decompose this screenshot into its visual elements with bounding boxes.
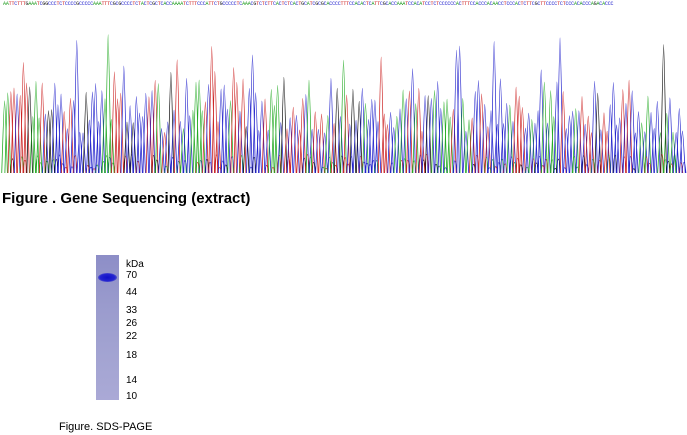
marker-label-10: 10 <box>126 391 138 402</box>
trace-peak <box>299 97 306 174</box>
trace-peak <box>173 59 181 174</box>
trace-peak <box>459 98 466 174</box>
trace-peak <box>70 99 77 174</box>
trace-peak <box>487 110 495 174</box>
figure2-caption: Figure. SDS-PAGE <box>59 421 153 433</box>
trace-peak <box>456 45 463 174</box>
trace-peak <box>377 56 385 174</box>
trace-peak <box>494 123 501 174</box>
trace-peak <box>280 76 288 174</box>
trace-peak <box>660 44 667 174</box>
trace-peak <box>327 77 335 174</box>
trace-peak <box>92 83 99 174</box>
sequence-header-strip: AATTCTTTGAAATCGGCCCTCTCCCCGCCCCCAAATTTCG… <box>3 1 614 7</box>
marker-label-33: 33 <box>126 305 138 316</box>
protein-band <box>98 273 117 282</box>
trace-peak <box>453 49 460 174</box>
trace-peak <box>151 79 159 174</box>
marker-label-18: 18 <box>126 350 138 361</box>
trace-peak <box>76 132 84 174</box>
trace-peak <box>104 34 112 174</box>
trace-peak <box>4 92 11 174</box>
trace-peak <box>79 132 87 174</box>
trace-peak <box>497 78 504 174</box>
figure1-caption: Figure . Gene Sequencing (extract) <box>2 190 251 207</box>
trace-peak <box>490 40 498 174</box>
trace-peak <box>559 91 567 174</box>
sds-page-gel-lane <box>96 255 119 400</box>
trace-peak <box>421 95 429 174</box>
trace-peak <box>425 95 432 174</box>
trace-peak <box>183 77 190 174</box>
marker-label-44: 44 <box>126 287 138 298</box>
kda-unit-label: kDa <box>126 259 144 270</box>
trace-peak <box>10 87 18 174</box>
trace-peak <box>465 119 473 174</box>
trace-peak <box>258 100 266 174</box>
trace-peak <box>440 101 448 174</box>
trace-peak <box>274 84 281 174</box>
trace-peak <box>142 92 150 174</box>
trace-peak <box>503 102 510 174</box>
trace-peak <box>170 109 178 174</box>
trace-peak <box>7 91 15 174</box>
trace-peak <box>32 81 40 174</box>
trace-peak <box>415 87 423 174</box>
trace-peak <box>255 130 262 174</box>
chromatogram-trace <box>1 34 687 174</box>
trace-peak <box>242 126 250 174</box>
trace-peak <box>450 108 457 174</box>
trace-peak <box>158 128 165 174</box>
marker-label-22: 22 <box>126 331 138 342</box>
trace-peak <box>73 39 80 174</box>
trace-peak <box>261 98 269 174</box>
trace-peak <box>610 82 617 174</box>
trace-peak <box>45 110 52 174</box>
trace-peak <box>305 79 313 174</box>
trace-peak <box>349 88 357 174</box>
trace-peak <box>556 37 564 174</box>
trace-peak <box>368 98 375 174</box>
trace-peak <box>264 129 272 174</box>
trace-peak <box>164 121 171 174</box>
trace-peak <box>192 81 200 174</box>
trace-peak <box>654 100 661 174</box>
trace-peak <box>217 88 225 174</box>
marker-label-26: 26 <box>126 318 138 329</box>
marker-label-70: 70 <box>126 270 138 281</box>
marker-label-14: 14 <box>126 375 138 386</box>
trace-peak <box>67 97 74 174</box>
trace-peak <box>155 83 162 174</box>
trace-peak <box>239 78 247 174</box>
